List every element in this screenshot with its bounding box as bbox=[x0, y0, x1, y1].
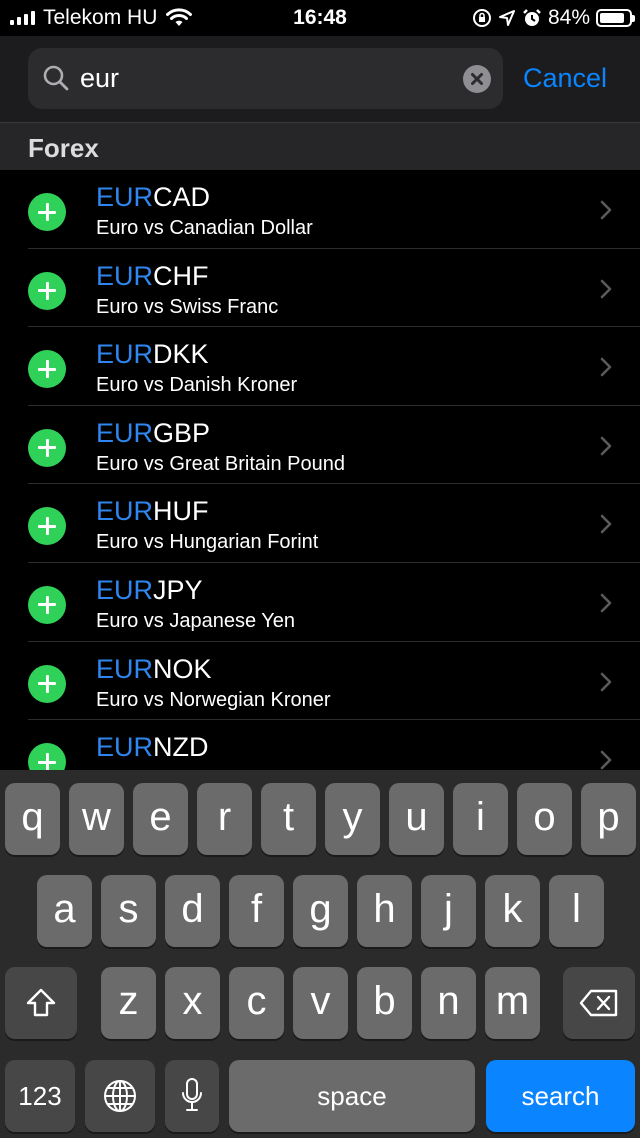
key-w[interactable]: w bbox=[69, 783, 124, 855]
key-y[interactable]: y bbox=[325, 783, 380, 855]
delete-key[interactable] bbox=[563, 967, 635, 1039]
close-icon bbox=[471, 73, 483, 85]
chevron-right-icon bbox=[600, 200, 612, 220]
key-n[interactable]: n bbox=[421, 967, 476, 1039]
search-bar: Cancel bbox=[0, 36, 640, 122]
add-icon[interactable] bbox=[28, 585, 66, 624]
add-icon[interactable] bbox=[28, 350, 66, 389]
symbol-label: EURGBP bbox=[96, 417, 211, 448]
cancel-button[interactable]: Cancel bbox=[523, 58, 607, 98]
shift-key[interactable] bbox=[5, 967, 77, 1039]
key-a[interactable]: a bbox=[37, 875, 92, 947]
space-key[interactable]: space bbox=[229, 1060, 475, 1132]
list-item[interactable]: EURCAD Euro vs Canadian Dollar bbox=[0, 170, 640, 249]
key-d[interactable]: d bbox=[165, 875, 220, 947]
chevron-right-icon bbox=[600, 750, 612, 770]
symbol-description: Euro vs Great Britain Pound bbox=[96, 452, 346, 475]
list-item[interactable]: EURCHF Euro vs Swiss Franc bbox=[0, 249, 640, 328]
symbol-label: EURDKK bbox=[96, 339, 209, 370]
key-k[interactable]: k bbox=[485, 875, 540, 947]
key-f[interactable]: f bbox=[229, 875, 284, 947]
key-q[interactable]: q bbox=[5, 783, 60, 855]
key-t[interactable]: t bbox=[261, 783, 316, 855]
list-item[interactable]: EURNZD bbox=[0, 720, 640, 770]
status-bar: Telekom HU 16:48 84% bbox=[0, 0, 640, 36]
key-r[interactable]: r bbox=[197, 783, 252, 855]
add-icon[interactable] bbox=[28, 664, 66, 703]
list-item[interactable]: EURGBP Euro vs Great Britain Pound bbox=[0, 406, 640, 485]
battery-percent: 84% bbox=[547, 6, 590, 29]
chevron-right-icon bbox=[600, 672, 612, 691]
key-c[interactable]: c bbox=[229, 967, 284, 1039]
results-list: EURCAD Euro vs Canadian Dollar EURCHF Eu… bbox=[0, 170, 640, 770]
key-x[interactable]: x bbox=[165, 967, 220, 1039]
symbol-description: Euro vs Japanese Yen bbox=[96, 609, 296, 632]
symbol-description: Euro vs Danish Kroner bbox=[96, 374, 298, 397]
dictation-key[interactable] bbox=[165, 1060, 219, 1132]
symbol-description: Euro vs Norwegian Kroner bbox=[96, 688, 331, 711]
key-h[interactable]: h bbox=[357, 875, 412, 947]
keyboard: q w e r t y u i o p a s d f g h j k l z … bbox=[0, 770, 640, 1138]
microphone-icon bbox=[182, 1078, 202, 1111]
key-m[interactable]: m bbox=[485, 967, 540, 1039]
add-icon[interactable] bbox=[28, 193, 66, 231]
key-s[interactable]: s bbox=[101, 875, 156, 947]
chevron-right-icon bbox=[600, 279, 612, 298]
symbol-label: EURNOK bbox=[96, 653, 212, 684]
key-i[interactable]: i bbox=[453, 783, 508, 855]
key-p[interactable]: p bbox=[581, 783, 636, 855]
symbol-label: EURJPY bbox=[96, 574, 203, 605]
key-b[interactable]: b bbox=[357, 967, 412, 1039]
clear-search-button[interactable] bbox=[463, 65, 491, 93]
list-item[interactable]: EURNOK Euro vs Norwegian Kroner bbox=[0, 642, 640, 721]
section-title: Forex bbox=[28, 133, 99, 163]
symbol-description: Euro vs Swiss Franc bbox=[96, 295, 279, 318]
backspace-icon bbox=[579, 989, 618, 1017]
alarm-icon bbox=[523, 9, 541, 26]
add-icon[interactable] bbox=[28, 507, 66, 546]
search-field[interactable] bbox=[28, 48, 503, 109]
add-icon[interactable] bbox=[28, 271, 66, 310]
key-o[interactable]: o bbox=[517, 783, 572, 855]
key-j[interactable]: j bbox=[421, 875, 476, 947]
key-g[interactable]: g bbox=[293, 875, 348, 947]
list-item[interactable]: EURHUF Euro vs Hungarian Forint bbox=[0, 484, 640, 563]
list-item[interactable]: EURJPY Euro vs Japanese Yen bbox=[0, 563, 640, 642]
chevron-right-icon bbox=[600, 515, 612, 534]
orientation-lock-icon bbox=[472, 9, 491, 27]
section-header: Forex bbox=[0, 122, 640, 170]
add-icon[interactable] bbox=[28, 743, 66, 770]
symbol-label: EURHUF bbox=[96, 496, 209, 527]
chevron-right-icon bbox=[600, 436, 612, 456]
search-key[interactable]: search bbox=[486, 1060, 635, 1132]
key-e[interactable]: e bbox=[133, 783, 188, 855]
key-z[interactable]: z bbox=[101, 967, 156, 1039]
numbers-key[interactable]: 123 bbox=[5, 1060, 75, 1132]
symbol-description: Euro vs Canadian Dollar bbox=[96, 217, 313, 239]
symbol-label: EURCHF bbox=[96, 260, 209, 291]
symbol-description: Euro vs Hungarian Forint bbox=[96, 531, 319, 554]
key-l[interactable]: l bbox=[549, 875, 604, 947]
search-input[interactable] bbox=[80, 48, 450, 109]
list-item[interactable]: EURDKK Euro vs Danish Kroner bbox=[0, 327, 640, 406]
add-icon[interactable] bbox=[28, 428, 66, 467]
chevron-right-icon bbox=[600, 593, 612, 613]
location-icon bbox=[498, 10, 515, 26]
symbol-label: EURNZD bbox=[96, 732, 209, 763]
key-v[interactable]: v bbox=[293, 967, 348, 1039]
chevron-right-icon bbox=[600, 357, 612, 377]
battery-icon bbox=[596, 9, 635, 27]
key-u[interactable]: u bbox=[389, 783, 444, 855]
globe-icon bbox=[104, 1080, 136, 1112]
globe-key[interactable] bbox=[85, 1060, 155, 1132]
symbol-label: EURCAD bbox=[96, 182, 211, 212]
search-icon bbox=[43, 65, 69, 91]
shift-icon bbox=[26, 988, 56, 1017]
